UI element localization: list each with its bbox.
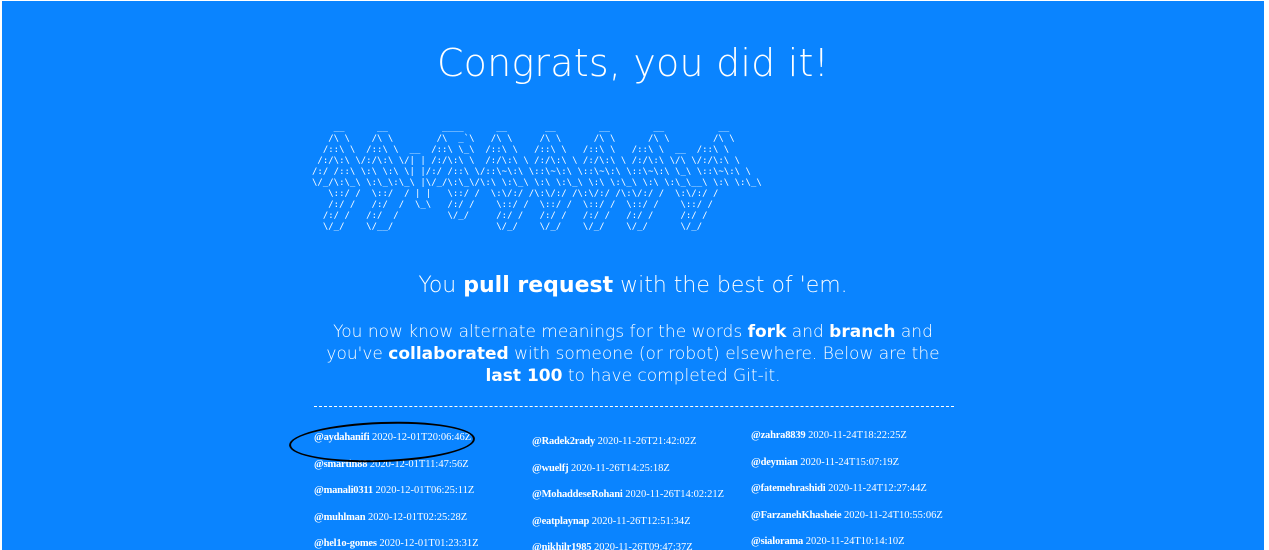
intro-text-1: You now know alternate meanings for the …	[333, 322, 748, 342]
list-item: @fatemehrashidi 2020-11-24T12:27:44Z	[751, 480, 971, 507]
username-link[interactable]: @aydahanifi	[314, 432, 370, 443]
page-title: Congrats, you did it!	[436, 41, 830, 85]
completion-time: 2020-12-01T11:47:56Z	[369, 458, 469, 470]
tagline: You pull request with the best of 'em.	[2, 273, 1264, 298]
intro-word-collaborated: collaborated	[388, 344, 509, 364]
list-item: @FarzanehKhasheie 2020-11-24T10:55:06Z	[751, 507, 971, 534]
list-item: @manali0311 2020-12-01T06:25:11Z	[314, 482, 534, 509]
contributors-column-2: @Radek2rady 2020-11-26T21:42:02Z @wuelfj…	[532, 433, 752, 550]
completion-time: 2020-11-26T12:51:34Z	[591, 515, 691, 527]
list-item: @wuelfj 2020-11-26T14:25:18Z	[532, 460, 752, 487]
intro-paragraph: You now know alternate meanings for the …	[322, 321, 944, 387]
username-link[interactable]: @muhlman	[314, 512, 366, 523]
list-item: @aydahanifi 2020-12-01T20:06:46Z	[314, 429, 534, 456]
completion-time: 2020-11-24T10:55:06Z	[844, 509, 943, 521]
intro-text-2: and	[786, 322, 830, 342]
username-link[interactable]: @zahra8839	[751, 430, 806, 441]
list-item: @zahra8839 2020-11-24T18:22:25Z	[751, 427, 971, 454]
intro-text-4: with someone (or robot) elsewhere. Below…	[508, 344, 940, 364]
completion-time: 2020-12-01T06:25:11Z	[375, 485, 475, 496]
completion-time: 2020-11-26T14:02:21Z	[625, 489, 724, 500]
tagline-bold: pull request	[463, 273, 614, 298]
contributors-column-1: @aydahanifi 2020-12-01T20:06:46Z @smarti…	[314, 429, 534, 550]
username-link[interactable]: @smartin88	[314, 459, 367, 470]
username-link[interactable]: @deymian	[751, 457, 798, 468]
intro-word-fork: fork	[747, 322, 787, 342]
completion-time: 2020-11-26T09:47:37Z	[593, 542, 693, 550]
username-link[interactable]: @sialorama	[751, 536, 803, 547]
completion-time: 2020-12-01T02:25:28Z	[367, 511, 468, 523]
congrats-page: Congrats, you did it! __ __ ____ __ __ _…	[2, 1, 1264, 550]
username-link[interactable]: @manali0311	[314, 485, 373, 496]
username-link[interactable]: @FarzanehKhasheie	[751, 510, 842, 521]
intro-text-5: to have completed Git-it.	[562, 366, 781, 386]
list-item: @muhlman 2020-12-01T02:25:28Z	[314, 509, 534, 536]
username-link[interactable]: @fatemehrashidi	[751, 483, 826, 494]
completion-time: 2020-12-01T01:23:31Z	[379, 538, 479, 549]
completion-time: 2020-11-24T10:14:10Z	[805, 536, 905, 547]
username-link[interactable]: @wuelfj	[532, 463, 569, 474]
completion-time: 2020-11-26T21:42:02Z	[597, 436, 697, 447]
completion-time: 2020-12-01T20:06:46Z	[372, 432, 472, 443]
intro-word-branch: branch	[829, 322, 896, 342]
username-link[interactable]: @eatplaynap	[532, 516, 589, 527]
list-item: @MohaddeseRohani 2020-11-26T14:02:21Z	[532, 486, 752, 513]
username-link[interactable]: @nikhilr1985	[532, 542, 592, 550]
completion-time: 2020-11-24T15:07:19Z	[800, 456, 900, 468]
list-item: @eatplaynap 2020-11-26T12:51:34Z	[532, 513, 752, 540]
username-link[interactable]: @Radek2rady	[532, 436, 595, 447]
list-item: @sialorama 2020-11-24T10:14:10Z	[751, 533, 971, 550]
ascii-art-banner: __ __ ____ __ __ __ __ __ /\ \ /\ \ /\ _…	[312, 123, 762, 232]
tagline-text-before: You	[418, 273, 464, 298]
list-item: @deymian 2020-11-24T15:07:19Z	[751, 454, 971, 481]
completion-time: 2020-11-26T14:25:18Z	[571, 462, 670, 474]
dashed-divider	[314, 406, 954, 407]
contributors-column-3: @zahra8839 2020-11-24T18:22:25Z @deymian…	[751, 427, 971, 550]
list-item: @hel1o-gomes 2020-12-01T01:23:31Z	[314, 535, 534, 550]
list-item: @smartin88 2020-12-01T11:47:56Z	[314, 456, 534, 483]
completion-time: 2020-11-24T12:27:44Z	[828, 483, 927, 494]
username-link[interactable]: @MohaddeseRohani	[532, 489, 623, 500]
list-item: @Radek2rady 2020-11-26T21:42:02Z	[532, 433, 752, 460]
completion-time: 2020-11-24T18:22:25Z	[808, 430, 907, 441]
intro-word-last-100: last 100	[485, 366, 563, 386]
list-item: @nikhilr1985 2020-11-26T09:47:37Z	[532, 539, 752, 550]
tagline-text-after: with the best of 'em.	[613, 273, 848, 298]
username-link[interactable]: @hel1o-gomes	[314, 538, 377, 549]
contributors-list: @aydahanifi 2020-12-01T20:06:46Z @smarti…	[314, 429, 974, 550]
